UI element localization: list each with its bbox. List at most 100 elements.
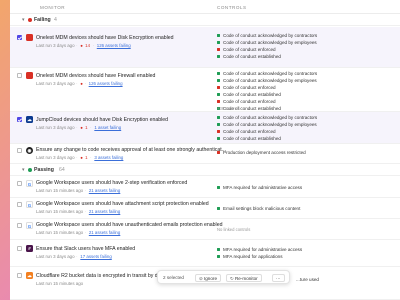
monitor-title[interactable]: Cloudflare R2 bucket data is encrypted i…: [36, 273, 165, 279]
controls-column-header[interactable]: CONTROLS: [217, 5, 247, 10]
control-item[interactable]: MFA required for applications: [217, 253, 302, 260]
control-pass-icon: [217, 34, 220, 37]
remonitor-button[interactable]: ↻ Re-monitor: [226, 274, 262, 282]
google-logo: G: [26, 222, 33, 229]
control-item[interactable]: Code of conduct established: [217, 53, 317, 60]
control-item[interactable]: Code of conduct enforced: [217, 128, 317, 135]
table-row[interactable]: # Ensure that Slack users have MFA enabl…: [10, 240, 400, 267]
assets-failing-link[interactable]: 126 assets failing: [89, 81, 123, 86]
last-run: Last run 3 days ago: [36, 81, 75, 86]
assets-failing-link[interactable]: 21 assets failing: [89, 188, 121, 193]
slack-logo: #: [26, 245, 33, 252]
control-item[interactable]: Code of conduct acknowledged by employee…: [217, 121, 317, 128]
chevron-down-icon[interactable]: ▾: [22, 17, 25, 23]
fail-icon: ●: [80, 43, 83, 48]
group-count: 4: [54, 17, 57, 23]
assets-failing-link[interactable]: 17 assets failing: [80, 254, 112, 259]
row-checkbox[interactable]: [17, 273, 22, 278]
ignore-button[interactable]: ⊘ Ignore: [195, 274, 221, 282]
row-checkbox[interactable]: [17, 148, 22, 153]
chevron-down-icon[interactable]: ▾: [22, 167, 25, 173]
table-row[interactable]: G Google Workspace users should have att…: [10, 198, 400, 219]
control-item[interactable]: Code of conduct established: [217, 135, 317, 142]
control-item[interactable]: Code of conduct acknowledged by contract…: [217, 70, 317, 77]
table-header: MONITOR CONTROLS: [10, 0, 400, 14]
more-icon: ···: [276, 276, 281, 281]
control-item[interactable]: Code of conduct acknowledged by employee…: [217, 39, 317, 46]
monitor-meta: Last run 3 days ago · ● 14 · 126 assets fa…: [36, 43, 131, 48]
monitor-title[interactable]: Ensure that Slack users have MFA enabled: [36, 246, 135, 252]
control-item[interactable]: Code of conduct acknowledged by contract…: [217, 114, 317, 121]
assets-failing-link[interactable]: 1 asset failing: [94, 125, 121, 130]
bulk-action-bar: 2 selected ⊘ Ignore ↻ Re-monitor ···: [157, 270, 290, 284]
remonitor-label: Re-monitor: [234, 276, 258, 281]
group-passing[interactable]: ▾ Passing 64: [10, 164, 400, 176]
control-item[interactable]: Production deployment access restricted: [217, 149, 306, 156]
table-row[interactable]: ☁ JumpCloud devices should have Disk Enc…: [10, 112, 400, 144]
monitor-title[interactable]: Ensure any change to code receives appro…: [36, 147, 226, 153]
monitor-column-header[interactable]: MONITOR: [40, 5, 65, 10]
monitor-meta: Last run 15 minutes ago: [36, 281, 83, 286]
control-fail-icon: [217, 130, 220, 133]
row-checkbox[interactable]: [17, 73, 22, 78]
group-failing[interactable]: ▾ Failing 4: [10, 14, 400, 26]
monitor-title[interactable]: Google Workspace users should have unaut…: [36, 222, 222, 228]
control-pass-icon: [217, 248, 220, 251]
assets-failing-link[interactable]: 21 assets failing: [89, 209, 121, 214]
last-run: Last run 3 days ago: [36, 155, 75, 160]
control-pass-icon: [217, 93, 220, 96]
control-item[interactable]: ...ture used: [296, 276, 319, 283]
control-item[interactable]: Code of conduct acknowledged by contract…: [217, 32, 317, 39]
row-checkbox[interactable]: [17, 246, 22, 251]
monitor-title[interactable]: Onelest MDM devices should have Firewall…: [36, 73, 155, 79]
control-pass-icon: [217, 123, 220, 126]
control-item[interactable]: Code of conduct enforced: [217, 98, 317, 105]
assets-failing-link[interactable]: 126 assets failing: [97, 43, 131, 48]
more-actions-button[interactable]: ···: [272, 274, 285, 282]
monitor-meta: Last run 3 days ago · ● · 126 assets faili…: [36, 81, 123, 86]
red-square-logo: [26, 34, 33, 41]
no-linked-controls: No linked controls: [217, 227, 251, 232]
table-row[interactable]: ◉ Ensure any change to code receives app…: [10, 144, 400, 164]
controls-list: Code of conduct acknowledged by contract…: [217, 114, 317, 142]
row-checkbox[interactable]: [17, 202, 22, 207]
table-row[interactable]: G Google Workspace users should have 2-s…: [10, 177, 400, 198]
monitor-title[interactable]: Google Workspace users should have attac…: [36, 201, 209, 207]
controls-list: MFA required for administrative access M…: [217, 246, 302, 260]
table-row[interactable]: G Google Workspace users should have una…: [10, 219, 400, 240]
row-checkbox[interactable]: [17, 181, 22, 186]
control-item[interactable]: Code of conduct acknowledged by employee…: [217, 77, 317, 84]
control-item[interactable]: Code of conduct enforced: [217, 46, 317, 53]
monitor-meta: Last run 15 minutes ago · 21 assets faili…: [36, 230, 121, 235]
table-row[interactable]: Onelest MDM devices should have Firewall…: [10, 68, 400, 112]
last-run: Last run 3 days ago: [36, 254, 75, 259]
controls-list: Production deployment access restricted: [217, 149, 306, 156]
control-fail-icon: [217, 151, 220, 154]
google-logo: G: [26, 201, 33, 208]
monitor-meta: Last run 3 days ago · ● 1 · 1 asset failin…: [36, 125, 122, 130]
monitor-meta: Last run 3 days ago · 17 assets failing: [36, 254, 112, 259]
more-controls-link[interactable]: +36 controls: [217, 106, 240, 111]
group-count: 64: [59, 167, 65, 173]
assets-failing-link[interactable]: 21 assets failing: [89, 230, 121, 235]
monitor-title[interactable]: JumpCloud devices should have Disk Encry…: [36, 117, 168, 123]
control-item[interactable]: Code of conduct enforced: [217, 84, 317, 91]
control-pass-icon: [217, 72, 220, 75]
monitor-title[interactable]: Google Workspace users should have 2-ste…: [36, 180, 187, 186]
row-checkbox[interactable]: [17, 35, 22, 40]
control-item[interactable]: MFA required for administrative access: [217, 184, 302, 191]
last-run: Last run 15 minutes ago: [36, 281, 84, 286]
group-label: Passing: [34, 167, 54, 173]
last-run: Last run 15 minutes ago: [36, 230, 84, 235]
control-item[interactable]: MFA required for administrative access: [217, 246, 302, 253]
monitor-title[interactable]: Onelest MDM devices should have Disk Enc…: [36, 35, 174, 41]
control-fail-icon: [217, 86, 220, 89]
control-item[interactable]: Email settings block malicious content: [217, 205, 300, 212]
row-checkbox[interactable]: [17, 117, 22, 122]
control-item[interactable]: Code of conduct established: [217, 91, 317, 98]
assets-failing-link[interactable]: 3 assets failing: [94, 155, 123, 160]
row-checkbox[interactable]: [17, 223, 22, 228]
controls-list: Code of conduct acknowledged by contract…: [217, 32, 317, 60]
github-logo: ◉: [26, 147, 33, 154]
table-row[interactable]: Onelest MDM devices should have Disk Enc…: [10, 27, 400, 68]
